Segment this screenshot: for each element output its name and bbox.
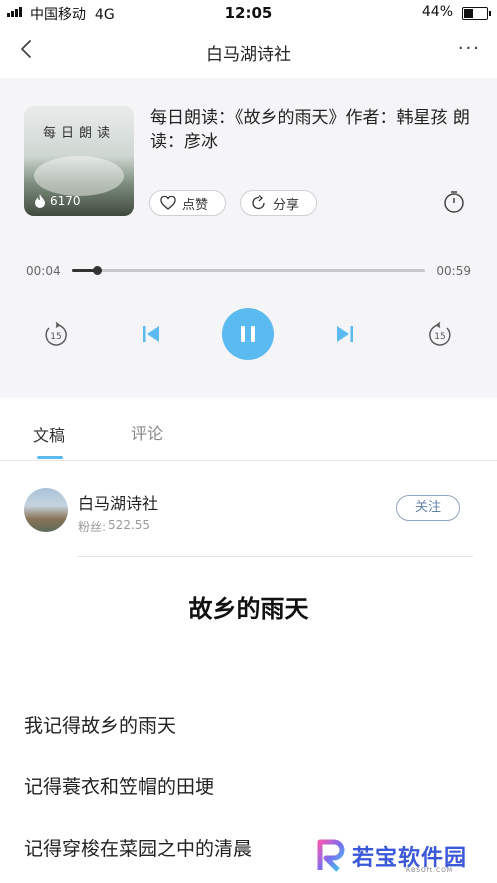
article-line: 记得蓑衣和笠帽的田埂 <box>24 776 215 798</box>
audio-player: 每日朗读 6170 每日朗读：《故乡的雨天》作者：韩星孩 朗读：彦冰 点赞 分享… <box>0 78 497 398</box>
tab-transcript[interactable]: 文稿 <box>33 422 65 446</box>
page-title: 白马湖诗社 <box>206 45 291 65</box>
audio-description: 每日朗读：《故乡的雨天》作者：韩星孩 朗读：彦冰 <box>150 108 470 152</box>
like-label: 点赞 <box>182 197 209 213</box>
more-dots-icon[interactable]: ··· <box>458 38 481 59</box>
heart-icon <box>160 196 176 210</box>
avatar[interactable] <box>24 488 68 532</box>
battery-percent: 44% <box>421 4 453 20</box>
article-line: 记得穿梭在菜园之中的清晨 <box>24 838 253 860</box>
progress-handle[interactable] <box>92 266 102 275</box>
cover-image[interactable]: 每日朗读 6170 <box>24 106 134 216</box>
timer-icon[interactable] <box>443 190 465 214</box>
current-time: 00:04 <box>26 264 61 278</box>
svg-text:15: 15 <box>434 332 445 342</box>
battery-icon <box>462 7 491 20</box>
cover-title: 每日朗读 <box>42 126 115 141</box>
pause-button[interactable] <box>222 308 274 360</box>
share-label: 分享 <box>273 197 300 213</box>
share-button[interactable]: 分享 <box>240 190 317 216</box>
author-name[interactable]: 白马湖诗社 <box>78 490 158 514</box>
divider <box>78 556 473 557</box>
active-tab-indicator <box>37 456 63 459</box>
progress-slider[interactable] <box>72 266 425 275</box>
watermark-subtext: RBSOft.COM <box>406 867 454 874</box>
follow-button[interactable]: 关注 <box>396 495 460 521</box>
forward-15-icon[interactable]: 15 <box>427 322 453 348</box>
content-tabs: 文稿 评论 <box>0 400 497 461</box>
article-line: 我记得故乡的雨天 <box>24 715 177 737</box>
like-button[interactable]: 点赞 <box>149 190 226 216</box>
pause-icon <box>241 326 245 342</box>
total-time: 00:59 <box>436 264 471 278</box>
watermark-logo-icon <box>317 839 345 872</box>
rewind-15-icon[interactable]: 15 <box>43 322 69 348</box>
share-icon <box>252 195 265 210</box>
nav-bar: 白马湖诗社 ··· <box>0 24 497 76</box>
article-title: 故乡的雨天 <box>188 595 309 623</box>
play-count: 6170 <box>34 194 81 208</box>
next-track-icon[interactable] <box>335 324 355 344</box>
svg-text:15: 15 <box>50 332 61 342</box>
tab-comments[interactable]: 评论 <box>131 420 163 444</box>
author-card: 白马湖诗社 粉丝: 522.55 关注 <box>0 478 497 557</box>
previous-track-icon[interactable] <box>141 324 161 344</box>
flame-icon <box>35 194 45 208</box>
status-bar: 中国移动 4G 12:05 44% <box>0 0 497 24</box>
watermark: 若宝软件园 RBSOft.COM <box>316 838 484 878</box>
fans-count: 粉丝: 522.55 <box>78 518 151 534</box>
